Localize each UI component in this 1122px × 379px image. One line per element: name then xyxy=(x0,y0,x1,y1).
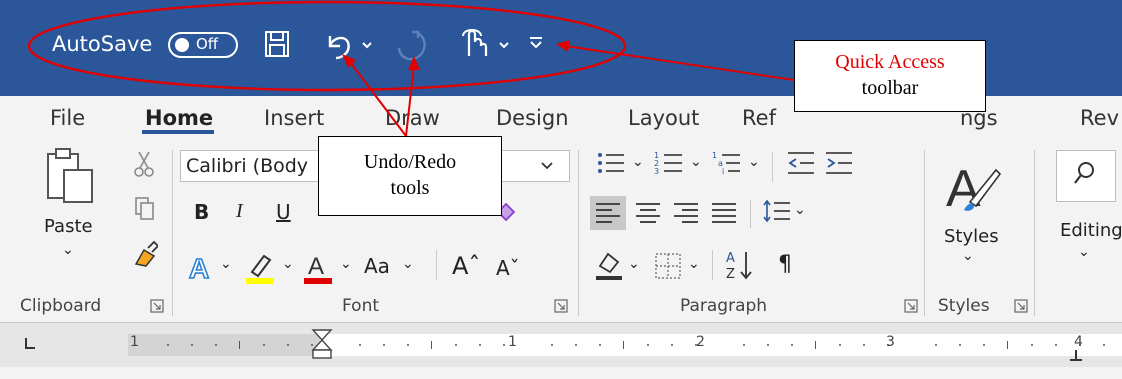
undo-redo-callout: Undo/Redo tools xyxy=(318,136,502,216)
quick-access-callout: Quick Access toolbar xyxy=(794,40,986,112)
undo-arrow xyxy=(349,61,407,137)
callout-line: Quick Access xyxy=(835,51,945,73)
qat-arrowhead xyxy=(556,40,570,52)
callout-line: Undo/Redo xyxy=(363,151,457,173)
callout-line: tools xyxy=(390,177,430,199)
redo-arrowhead xyxy=(408,56,420,70)
redo-arrow xyxy=(405,65,415,137)
qat-highlight-ellipse xyxy=(27,0,627,92)
callout-line: toolbar xyxy=(861,77,919,99)
